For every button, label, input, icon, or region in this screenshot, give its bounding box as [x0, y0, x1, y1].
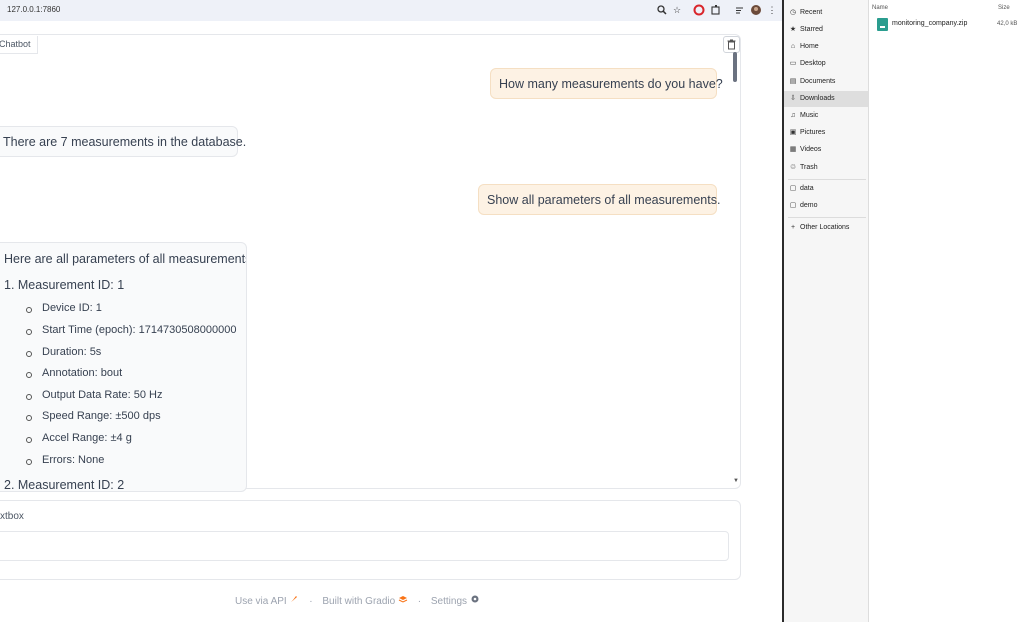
file-list: Name Size monitoring_company.zip 42,0 kB	[869, 0, 1024, 622]
gradio-logo-icon	[398, 596, 408, 603]
scroll-thumb[interactable]	[733, 52, 737, 82]
clear-chat-button[interactable]	[723, 36, 740, 53]
sidebar-item-downloads[interactable]: ⇩ Downloads	[784, 91, 868, 107]
sidebar-item-documents[interactable]: ▤ Documents	[784, 74, 868, 90]
parameter-item: Duration: 5s	[25, 346, 102, 358]
picture-icon: ▣	[789, 129, 797, 136]
sidebar-item-label: Trash	[800, 164, 818, 171]
sidebar-item-label: Recent	[800, 9, 823, 16]
use-via-api-link[interactable]: Use via API	[235, 594, 299, 607]
gradio-link-label: Built with Gradio	[322, 596, 396, 607]
zip-file-icon	[877, 18, 888, 31]
sidebar-item-desktop[interactable]: ▭ Desktop	[784, 56, 868, 72]
file-size: 42,0 kB	[997, 21, 1018, 27]
sidebar-item-pictures[interactable]: ▣ Pictures	[784, 125, 868, 141]
file-name: monitoring_company.zip	[892, 20, 968, 27]
parameter-item: Accel Range: ±4 g	[26, 432, 132, 444]
parameter-item: Output Data Rate: 50 Hz	[25, 389, 163, 401]
user-message: Show all parameters of all measurements.	[478, 184, 720, 215]
music-icon: ♫	[790, 112, 796, 119]
folder-icon: ▢	[789, 185, 797, 192]
user-message: How many measurements do you have?	[490, 68, 723, 99]
footer-separator: ·	[417, 596, 422, 607]
bot-message: There are 7 measurements in the database…	[0, 126, 246, 157]
sidebar-item-label: Starred	[800, 26, 823, 33]
parameter-item: Start Time (epoch): 1714730508000000	[25, 324, 237, 336]
sidebar-item-label: Videos	[800, 146, 822, 153]
file-manager-window: ◷ Recent ★ Starred ⌂ Home ▭ Desktop ▤ Documen…	[784, 0, 1024, 622]
api-link-label: Use via API	[235, 596, 287, 607]
settings-link[interactable]: Settings	[431, 594, 480, 607]
sidebar-item-recent[interactable]: ◷ Recent	[784, 5, 868, 21]
sidebar-item-data[interactable]: ▢ data	[784, 181, 868, 197]
sidebar-item-label: Other Locations	[800, 224, 850, 231]
parameter-item: Speed Range: ±500 dps	[26, 410, 161, 422]
sidebar-item-label: Home	[800, 43, 819, 50]
menu-icon[interactable]: ⋮	[766, 4, 778, 16]
zoom-icon[interactable]	[656, 4, 668, 16]
measurement-title: 2. Measurement ID: 2	[4, 478, 125, 492]
star-icon[interactable]: ☆	[671, 4, 683, 16]
footer-separator: ·	[309, 596, 313, 607]
desktop-icon: ▭	[789, 60, 797, 67]
video-icon: ▦	[789, 146, 797, 153]
sidebar-item-demo[interactable]: ▢ demo	[784, 198, 868, 214]
gear-icon	[471, 595, 479, 603]
sidebar-item-videos[interactable]: ▦ Videos	[784, 142, 868, 158]
sidebar-item-label: demo	[800, 202, 818, 209]
measurement-title: 1. Measurement ID: 1	[4, 278, 125, 292]
clock-icon: ◷	[789, 9, 797, 16]
trash-icon: ♲	[789, 164, 797, 171]
sidebar-item-label: data	[800, 185, 814, 192]
parameter-item: Device ID: 1	[26, 302, 102, 314]
trash-icon	[727, 39, 736, 50]
sidebar-item-label: Pictures	[800, 129, 826, 136]
textbox-label: xtbox	[0, 511, 24, 522]
plus-icon: +	[790, 224, 796, 231]
rocket-icon	[291, 596, 298, 602]
places-sidebar: ◷ Recent ★ Starred ⌂ Home ▭ Desktop ▤ Documen…	[784, 0, 869, 622]
sidebar-divider	[788, 217, 866, 218]
opera-icon[interactable]	[693, 4, 705, 16]
sidebar-item-home[interactable]: ⌂ Home	[784, 39, 868, 55]
profile-avatar[interactable]	[750, 4, 762, 16]
sidebar-item-label: Music	[800, 112, 819, 119]
sidebar-item-label: Downloads	[800, 95, 835, 102]
column-header-name[interactable]: Name	[872, 5, 888, 11]
sidebar-item-label: Documents	[800, 78, 836, 85]
download-icon: ⇩	[790, 95, 796, 102]
bot-message: Here are all parameters of all measureme…	[0, 242, 247, 492]
column-header-size[interactable]: Size	[998, 5, 1010, 11]
url-text[interactable]: 127.0.0.1:7860	[7, 5, 60, 14]
star-icon: ★	[789, 26, 797, 33]
document-icon: ▤	[789, 78, 797, 85]
file-row[interactable]: monitoring_company.zip 42,0 kB	[869, 17, 1024, 33]
scroll-down-arrow-icon[interactable]: ▼	[733, 478, 739, 484]
parameter-item: Errors: None	[25, 454, 105, 466]
settings-link-label: Settings	[430, 596, 468, 607]
sidebar-item-music[interactable]: ♫ Music	[784, 108, 868, 124]
browser-window: 127.0.0.1:7860 ☆ ⋮ Chatbot ▼ How many me…	[0, 0, 782, 622]
address-bar[interactable]: 127.0.0.1:7860 ☆ ⋮	[0, 0, 782, 21]
bot-message-intro: Here are all parameters of all measureme…	[4, 252, 247, 266]
sidebar-item-starred[interactable]: ★ Starred	[784, 22, 868, 38]
footer: Use via API · Built with Gradio · Settin…	[235, 594, 480, 607]
chat-scrollbar[interactable]	[733, 52, 738, 482]
built-with-gradio-link[interactable]: Built with Gradio	[322, 594, 408, 607]
sidebar-item-label: Desktop	[800, 60, 826, 67]
home-icon: ⌂	[790, 43, 796, 50]
folder-icon: ▢	[789, 202, 797, 209]
sidebar-item-trash[interactable]: ♲ Trash	[784, 160, 868, 176]
media-icon[interactable]	[734, 4, 746, 16]
message-input[interactable]	[0, 531, 729, 561]
sidebar-divider	[788, 179, 866, 180]
extensions-icon[interactable]	[710, 4, 722, 16]
sidebar-item-other-locations[interactable]: + Other Locations	[784, 220, 868, 236]
parameter-item: Annotation: bout	[25, 367, 123, 379]
chatbot-label: Chatbot	[0, 36, 38, 54]
